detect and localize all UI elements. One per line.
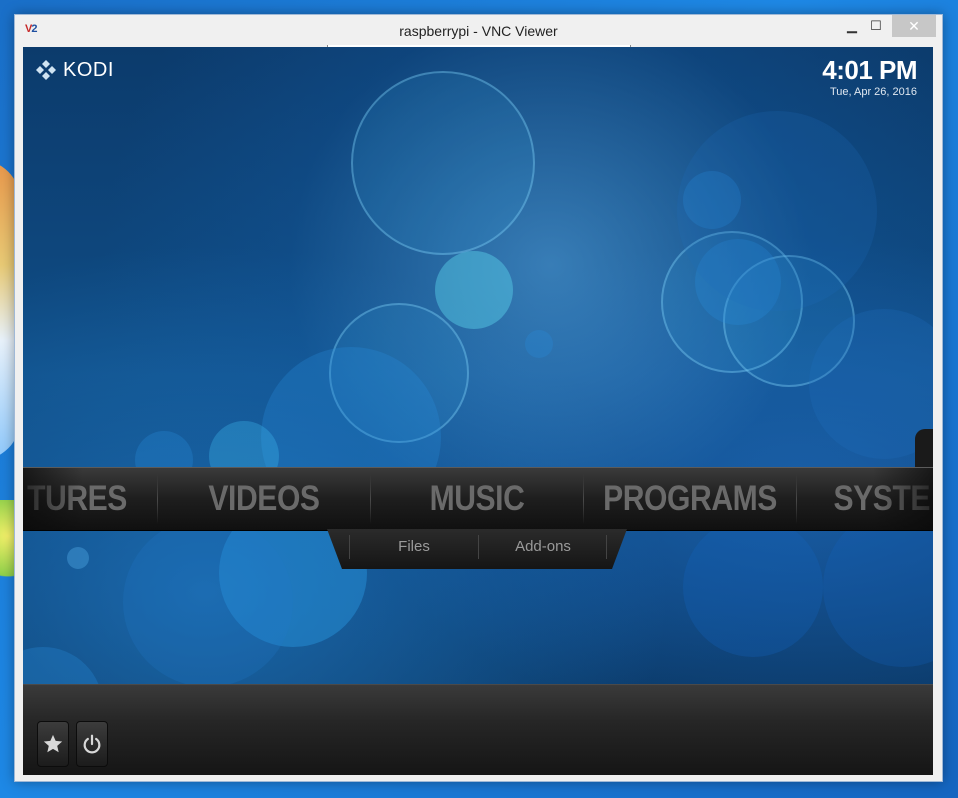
favourites-button[interactable] [37,721,69,767]
bokeh-bubble [351,71,535,255]
submenu-add-ons[interactable]: Add-ons [479,529,607,565]
submenu-files[interactable]: Files [350,529,478,565]
kodi-logo-text: KODI [63,58,114,81]
clock: 4:01 PM Tue, Apr 26, 2016 [822,55,917,98]
menu-separator [583,474,584,524]
clock-time: 4:01 PM [822,55,917,85]
bokeh-bubble [123,517,293,687]
power-icon [83,734,101,754]
submenu-bar: Files Add-ons [327,529,627,569]
vnc-viewer-window: V2 raspberrypi - VNC Viewer ▁ ☐ ✕ KODI 4… [14,14,943,782]
bokeh-bubble [677,111,877,311]
menu-item-music[interactable]: MUSIC [386,468,568,530]
menu-edge-tab [915,429,933,469]
bokeh-bubble [525,330,553,358]
bokeh-bubble [435,251,513,329]
bokeh-bubble [683,517,823,657]
star-icon [43,734,63,753]
bokeh-bubble [67,547,89,569]
menu-separator [796,474,797,524]
menu-separator [370,474,371,524]
window-title: raspberrypi - VNC Viewer [399,23,558,39]
kodi-logo: KODI [35,59,114,81]
menu-item-videos[interactable]: VIDEOS [173,468,355,530]
close-button[interactable]: ✕ [892,15,936,37]
menu-fade-right [873,468,933,530]
window-titlebar[interactable]: V2 raspberrypi - VNC Viewer ▁ ☐ ✕ [15,15,942,47]
menu-item-programs[interactable]: PROGRAMS [599,468,781,530]
menu-fade-left [23,468,83,530]
main-menu-bar: TURES VIDEOS MUSIC PROGRAMS SYSTE [23,467,933,531]
power-button[interactable] [76,721,108,767]
clock-date: Tue, Apr 26, 2016 [829,86,917,98]
bottom-bar [23,684,933,775]
maximize-button[interactable]: ☐ [862,15,890,37]
menu-separator [157,474,158,524]
submenu-separator [606,535,607,559]
kodi-logo-icon [36,60,56,80]
remote-desktop-viewport[interactable]: KODI 4:01 PM Tue, Apr 26, 2016 TURES VID… [23,47,933,775]
